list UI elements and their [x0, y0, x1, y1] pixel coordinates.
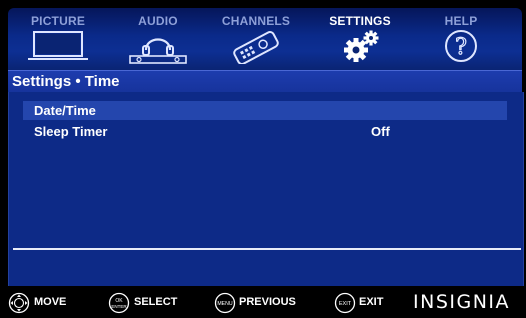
tab-settings[interactable]: SETTINGS: [313, 8, 407, 70]
svg-text:EXIT: EXIT: [339, 301, 352, 307]
remote-control-icon: [224, 28, 288, 69]
question-mark-icon: ?: [429, 28, 493, 69]
svg-text:?: ?: [455, 35, 467, 60]
hint-move: MOVE: [8, 292, 98, 314]
menu-item-value: Off: [371, 124, 390, 139]
tab-picture-label: PICTURE: [30, 14, 86, 28]
tab-picture[interactable]: PICTURE: [11, 8, 105, 70]
dpad-icon: [8, 292, 30, 318]
exit-button-icon: EXIT: [334, 292, 356, 318]
hint-move-label: MOVE: [34, 296, 67, 308]
menu-item-label: Date/Time: [34, 103, 96, 118]
menu-item-label: Sleep Timer: [34, 124, 108, 139]
page-title: Settings • Time: [12, 73, 120, 90]
menu-item-date-time[interactable]: Date/Time: [23, 101, 507, 120]
tab-audio[interactable]: AUDIO: [111, 8, 205, 70]
tab-audio-label: AUDIO: [138, 14, 178, 28]
ok-enter-button-icon: OK ENTER: [108, 292, 130, 318]
tab-help[interactable]: HELP ?: [414, 8, 508, 70]
svg-text:MENU: MENU: [217, 301, 233, 307]
hint-exit: EXIT EXIT: [334, 292, 404, 314]
hint-exit-label: EXIT: [359, 296, 384, 308]
button-hint-bar: MOVE OK ENTER SELECT MENU PREVIOUS EXIT …: [0, 286, 526, 318]
menu-button-icon: MENU: [214, 292, 236, 318]
tab-channels[interactable]: CHANNELS: [209, 8, 303, 70]
tab-settings-label: SETTINGS: [329, 14, 391, 28]
tab-channels-label: CHANNELS: [221, 14, 291, 28]
tv-settings-screen: PICTURE AUDIO CHANNELS SETTINGS HELP ? S…: [0, 0, 526, 318]
hint-select: OK ENTER SELECT: [108, 292, 198, 314]
page-title-bar: Settings • Time: [8, 70, 522, 93]
brand-logo: INSIGNIA: [413, 291, 511, 313]
settings-panel: Date/Time Sleep Timer Off: [8, 92, 524, 286]
svg-text:ENTER: ENTER: [111, 304, 127, 309]
hint-select-label: SELECT: [134, 296, 178, 308]
hint-previous: MENU PREVIOUS: [214, 292, 314, 314]
hint-previous-label: PREVIOUS: [239, 296, 296, 308]
tv-icon: [26, 28, 90, 69]
menu-tab-bar: PICTURE AUDIO CHANNELS SETTINGS HELP ?: [8, 8, 522, 70]
menu-list: Date/Time Sleep Timer Off: [23, 101, 507, 143]
menu-item-sleep-timer[interactable]: Sleep Timer Off: [23, 122, 507, 141]
divider: [13, 248, 521, 250]
headphones-icon: [126, 28, 190, 69]
gears-icon: [328, 28, 392, 71]
tab-help-label: HELP: [444, 14, 478, 28]
